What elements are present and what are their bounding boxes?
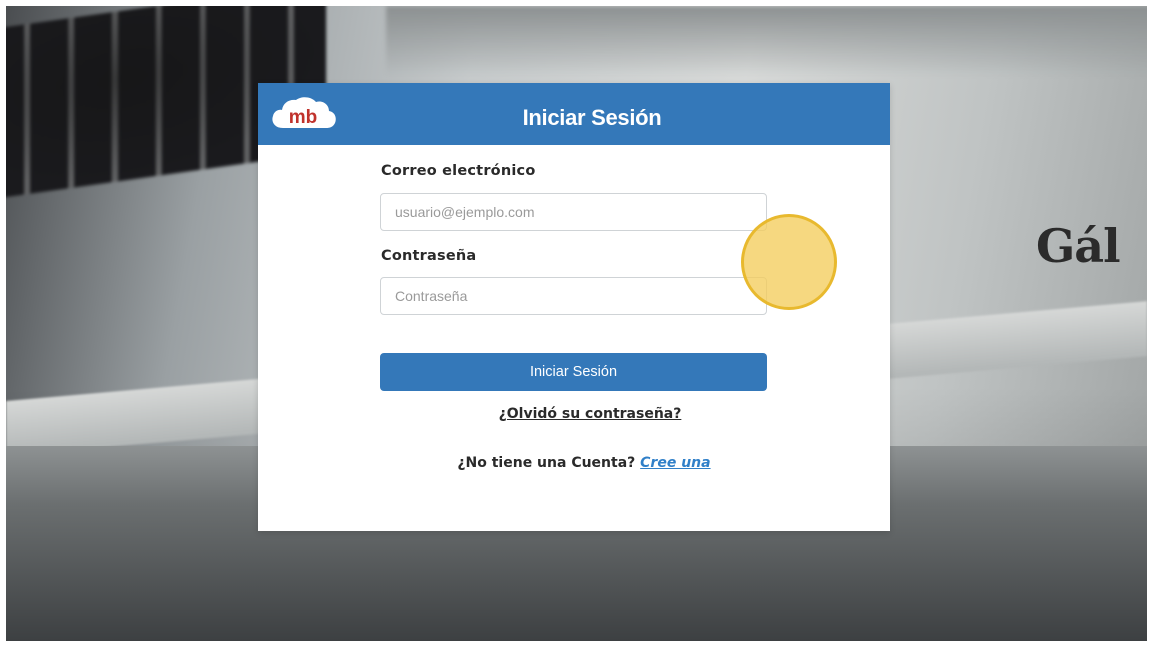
login-button[interactable]: Iniciar Sesión [380, 353, 767, 391]
email-label: Correo electrónico [381, 163, 536, 179]
background-shade [386, 6, 1147, 76]
forgot-password-link[interactable]: ¿Olvidó su contraseña? [499, 406, 682, 422]
login-header: mb Iniciar Sesión [258, 83, 890, 145]
forgot-password-row: ¿Olvidó su contraseña? [258, 403, 890, 422]
page-title: Iniciar Sesión [522, 105, 662, 130]
email-input[interactable] [380, 193, 767, 231]
signup-prompt: ¿No tiene una Cuenta? [457, 455, 636, 471]
signup-link[interactable]: Cree una [640, 455, 710, 471]
password-input[interactable] [380, 277, 767, 315]
password-label: Contraseña [381, 248, 477, 264]
signup-row: ¿No tiene una Cuenta? Cree una [258, 455, 890, 471]
background-brand-text: Gál [1036, 219, 1121, 273]
cursor-highlight [741, 214, 837, 310]
